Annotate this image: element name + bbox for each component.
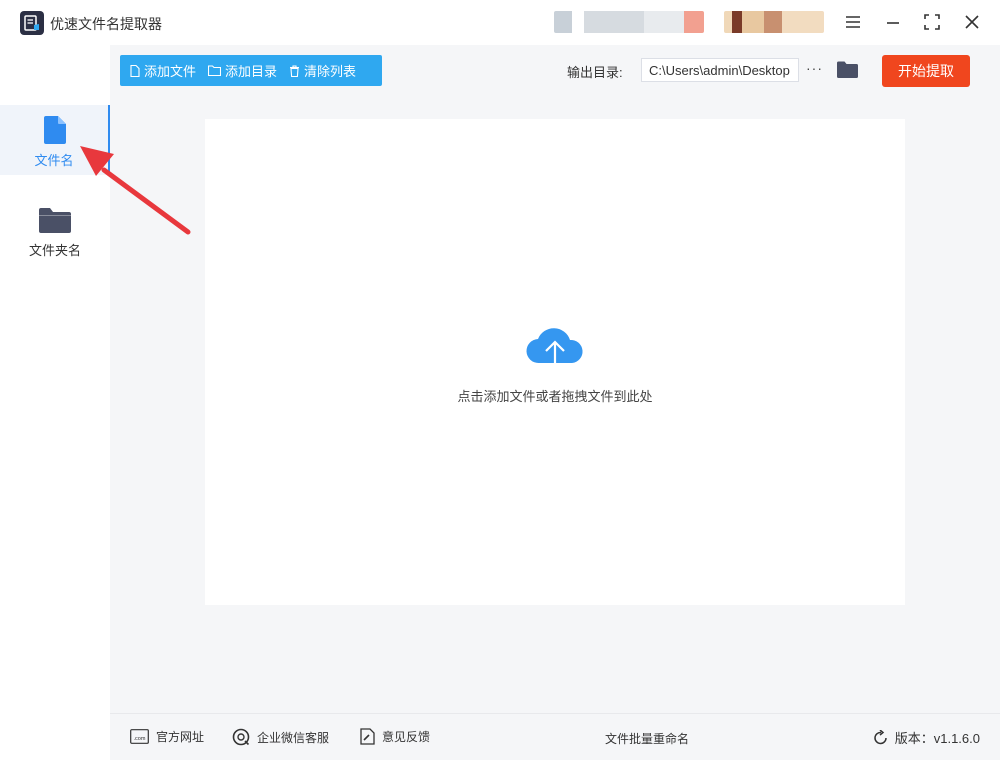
add-directory-label: 添加目录 — [225, 64, 278, 79]
add-file-button[interactable]: 添加文件 — [130, 61, 196, 80]
folder-icon — [39, 208, 71, 233]
feedback-label: 意见反馈 — [382, 730, 431, 744]
file-drop-zone[interactable]: 点击添加文件或者拖拽文件到此处 — [205, 119, 905, 605]
website-icon: .com — [130, 729, 149, 744]
file-action-group: 添加文件 添加目录 清除列表 — [120, 55, 382, 86]
app-title: 优速文件名提取器 — [50, 16, 162, 32]
output-path-field[interactable]: C:\Users\admin\Desktop — [641, 58, 799, 82]
toolbar: 添加文件 添加目录 清除列表 输出目录: — [110, 45, 1000, 98]
file-icon — [44, 116, 66, 144]
sidebar-item-label: 文件夹名 — [28, 243, 81, 258]
add-file-label: 添加文件 — [144, 64, 197, 79]
feedback-icon — [360, 728, 375, 745]
wechat-label: 企业微信客服 — [257, 730, 330, 745]
website-link[interactable]: .com 官方网址 — [130, 728, 204, 745]
maximize-button[interactable] — [918, 9, 946, 35]
folder-icon — [837, 61, 858, 78]
clear-list-label: 清除列表 — [304, 64, 357, 79]
clear-list-button[interactable]: 清除列表 — [289, 61, 356, 80]
minimize-button[interactable] — [879, 9, 907, 35]
more-options-button[interactable]: ··· — [806, 60, 823, 76]
website-label: 官方网址 — [156, 730, 205, 744]
drop-hint: 点击添加文件或者拖拽文件到此处 — [457, 389, 653, 404]
output-dir-label: 输出目录: — [567, 65, 623, 80]
minimize-icon — [887, 22, 899, 24]
wechat-support-link[interactable]: 企业微信客服 — [232, 728, 329, 746]
feedback-link[interactable]: 意见反馈 — [360, 728, 430, 745]
wechat-icon — [232, 728, 250, 746]
start-extract-button[interactable]: 开始提取 — [882, 55, 970, 87]
svg-text:.com: .com — [134, 736, 146, 742]
menu-icon — [846, 16, 860, 28]
file-outline-icon — [130, 64, 140, 77]
batch-rename-link[interactable]: 文件批量重命名 — [605, 730, 689, 747]
maximize-icon — [924, 14, 940, 30]
folder-outline-icon — [208, 65, 222, 76]
title-bar: 优速文件名提取器 — [0, 0, 1000, 45]
app-logo-icon — [20, 11, 44, 35]
menu-button[interactable] — [839, 9, 867, 35]
trash-icon — [290, 64, 300, 77]
cloud-upload-icon — [526, 328, 583, 375]
red-arrow-annotation — [80, 146, 191, 235]
close-button[interactable] — [958, 9, 986, 35]
open-folder-button[interactable] — [837, 61, 858, 81]
version-info: 版本：v1.1.6.0 — [873, 728, 980, 747]
footer: .com 官方网址 企业微信客服 意见反馈 文件批量重命名 版本：v1.1.6.… — [110, 714, 1000, 760]
refresh-icon[interactable] — [873, 729, 889, 746]
version-label: 版本：v1.1.6.0 — [894, 731, 980, 746]
close-icon — [965, 15, 979, 29]
add-directory-button[interactable]: 添加目录 — [208, 61, 277, 80]
